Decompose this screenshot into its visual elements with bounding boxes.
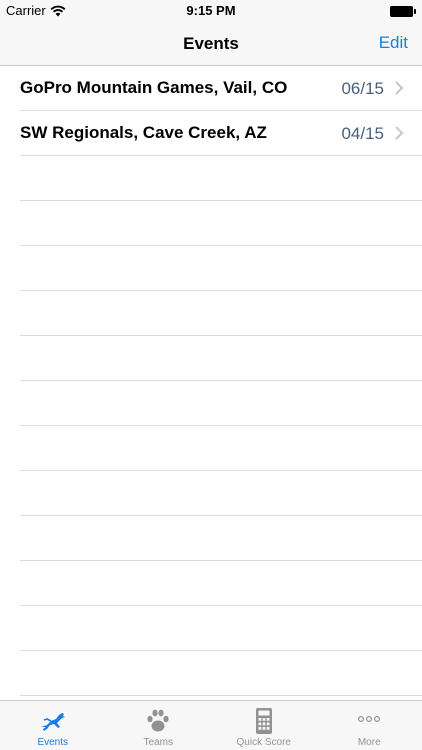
calculator-icon (255, 708, 272, 734)
event-date: 04/15 (341, 124, 384, 143)
event-title: SW Regionals, Cave Creek, AZ (20, 123, 267, 142)
events-list: GoPro Mountain Games, Vail, CO 06/15 SW … (0, 66, 422, 156)
tab-quick-score[interactable]: Quick Score (211, 701, 317, 750)
empty-row-separator (20, 291, 422, 336)
event-row[interactable]: GoPro Mountain Games, Vail, CO 06/15 (20, 66, 422, 111)
tab-teams[interactable]: Teams (106, 701, 212, 750)
edit-button[interactable]: Edit (379, 33, 408, 53)
empty-row-separator (20, 156, 422, 201)
empty-row-separator (20, 246, 422, 291)
tab-label: More (357, 737, 381, 748)
empty-row-separator (20, 606, 422, 651)
more-dots-icon (358, 716, 381, 723)
status-bar: Carrier 9:15 PM (0, 0, 422, 22)
empty-row-separator (20, 561, 422, 606)
tab-more[interactable]: More (317, 701, 422, 750)
empty-row-separator (20, 651, 422, 696)
paw-icon (147, 709, 169, 732)
tab-events[interactable]: Events (0, 701, 106, 750)
empty-row-separator (20, 516, 422, 561)
empty-row-separator (20, 201, 422, 246)
empty-table-rows (20, 156, 422, 696)
chevron-right-icon (395, 126, 404, 140)
battery-icon (390, 6, 416, 17)
empty-row-separator (20, 381, 422, 426)
event-date: 06/15 (341, 79, 384, 98)
navigation-bar: Events Edit (0, 22, 422, 66)
tab-bar: Events Teams Quick Score More (0, 700, 422, 750)
tab-label: Quick Score (236, 737, 291, 748)
page-title: Events (183, 34, 239, 53)
empty-row-separator (20, 426, 422, 471)
event-row[interactable]: SW Regionals, Cave Creek, AZ 04/15 (20, 111, 422, 156)
tab-label: Events (37, 737, 69, 748)
empty-row-separator (20, 336, 422, 381)
status-time: 9:15 PM (186, 3, 236, 18)
chevron-right-icon (395, 81, 404, 95)
leaping-dog-icon (40, 713, 65, 731)
event-title: GoPro Mountain Games, Vail, CO (20, 78, 288, 97)
tab-label: Teams (143, 737, 173, 748)
empty-row-separator (20, 471, 422, 516)
